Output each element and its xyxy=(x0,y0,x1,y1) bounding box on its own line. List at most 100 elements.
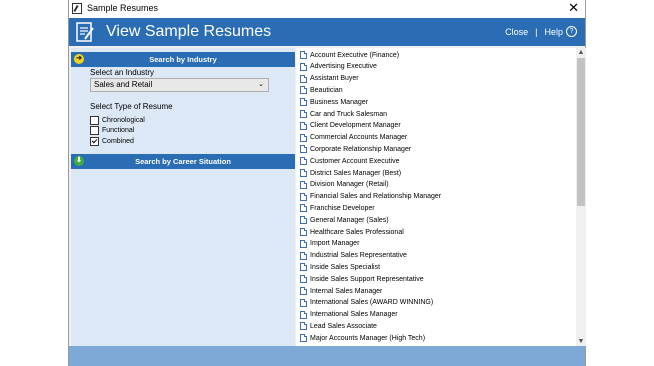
document-icon xyxy=(300,110,307,118)
industry-label: Select an Industry xyxy=(90,68,155,77)
page-title: View Sample Resumes xyxy=(106,23,272,40)
document-icon xyxy=(300,239,307,248)
scroll-up-icon[interactable]: ▲ xyxy=(576,48,586,57)
search-by-industry-header[interactable]: ➜ Search by Industry xyxy=(71,52,295,67)
resume-list-item-label: Lead Sales Associate xyxy=(310,322,377,330)
functional-checkbox[interactable] xyxy=(90,126,99,135)
resume-list-item[interactable]: Car and Truck Salesman xyxy=(300,110,387,118)
resume-list-item[interactable]: International Sales Manager xyxy=(300,310,398,319)
resume-list-item[interactable]: Division Manager (Retail) xyxy=(300,180,389,189)
resume-list-item[interactable]: Major Accounts Manager (High Tech) xyxy=(300,334,425,343)
document-icon xyxy=(300,86,307,95)
industry-selected-value: Sales and Retail xyxy=(94,80,153,89)
document-icon xyxy=(300,275,307,284)
resume-list-item-label: Advertising Executive xyxy=(310,63,377,71)
resume-list-item-label: Import Manager xyxy=(310,240,360,248)
resume-list-item-label: Inside Sales Support Representative xyxy=(310,275,424,283)
app-icon xyxy=(72,3,82,14)
resume-list-item-label: Beautician xyxy=(310,86,343,94)
document-icon xyxy=(300,98,307,107)
resume-list-item[interactable]: General Manager (Sales) xyxy=(300,216,389,225)
document-icon xyxy=(300,287,307,295)
resume-list-item[interactable]: Financial Sales and Relationship Manager xyxy=(300,192,442,201)
resume-list-item-label: International Sales (AWARD WINNING) xyxy=(310,299,434,307)
resume-list-item[interactable]: District Sales Manager (Best) xyxy=(300,169,401,177)
resume-list-item-label: Assistant Buyer xyxy=(310,75,359,83)
resume-list-item-label: Industrial Sales Representative xyxy=(310,252,407,260)
document-icon xyxy=(300,216,307,225)
resume-list-item[interactable]: International Sales (AWARD WINNING) xyxy=(300,298,434,307)
resume-list-item[interactable]: Client Development Manager xyxy=(300,121,401,130)
document-icon xyxy=(300,74,307,83)
resume-list-item-label: General Manager (Sales) xyxy=(310,216,389,224)
chronological-checkbox[interactable] xyxy=(90,116,99,125)
resume-list-item[interactable]: Healthcare Sales Professional xyxy=(300,228,404,236)
window-close-icon[interactable]: ✕ xyxy=(568,1,579,15)
document-icon xyxy=(300,322,307,331)
title-bar: Sample Resumes ✕ xyxy=(69,0,585,18)
resume-list-item[interactable]: Account Executive (Finance) xyxy=(300,51,399,59)
resume-list-item[interactable]: Customer Account Executive xyxy=(300,157,400,166)
combined-checkbox-row[interactable]: Combined xyxy=(90,137,134,146)
resume-list-item[interactable]: Advertising Executive xyxy=(300,62,377,71)
link-separator: | xyxy=(535,26,538,37)
close-link[interactable]: Close xyxy=(505,27,528,37)
resume-list-scrollbar[interactable]: ▲ ▼ xyxy=(576,48,586,346)
resume-list-item[interactable]: Assistant Buyer xyxy=(300,74,359,83)
resume-list-item-label: District Sales Manager (Best) xyxy=(310,169,402,177)
resume-list-item[interactable]: Beautician xyxy=(300,86,343,95)
resume-list-item-label: Business Manager xyxy=(310,98,368,106)
resume-list-item-label: Account Executive (Finance) xyxy=(310,51,400,59)
search-by-industry-label: Search by Industry xyxy=(149,55,217,64)
document-icon xyxy=(300,169,307,177)
header-bar: View Sample Resumes Close | Help ? xyxy=(69,18,585,46)
document-edit-icon xyxy=(76,22,94,42)
resume-list-item[interactable]: Inside Sales Support Representative xyxy=(300,275,424,284)
resume-list-item[interactable]: Industrial Sales Representative xyxy=(300,251,407,260)
document-icon xyxy=(300,310,307,319)
arrow-down-icon: ⬇ xyxy=(74,156,84,166)
window-title: Sample Resumes xyxy=(87,3,159,13)
document-icon xyxy=(300,192,307,201)
combined-checkbox[interactable] xyxy=(90,137,99,146)
resume-list-item[interactable]: Franchise Developer xyxy=(300,204,375,213)
resume-list-item-label: Financial Sales and Relationship Manager xyxy=(310,193,442,201)
functional-checkbox-row[interactable]: Functional xyxy=(90,126,134,135)
resume-list-item-label: Healthcare Sales Professional xyxy=(310,228,404,236)
document-icon xyxy=(300,145,307,154)
scroll-down-icon[interactable]: ▼ xyxy=(576,337,586,346)
resume-list-item[interactable]: Inside Sales Specialist xyxy=(300,263,380,272)
document-icon xyxy=(300,51,307,59)
resume-list-item-label: Franchise Developer xyxy=(310,204,375,212)
document-icon xyxy=(300,263,307,272)
scroll-thumb[interactable] xyxy=(577,58,585,206)
resume-list-item[interactable]: Lead Sales Associate xyxy=(300,322,377,331)
document-icon xyxy=(300,157,307,166)
resume-list-item-label: Customer Account Executive xyxy=(310,157,400,165)
resume-list-item-label: Internal Sales Manager xyxy=(310,287,383,295)
search-by-career-header[interactable]: ⬇ Search by Career Situation xyxy=(71,154,295,169)
resume-list-item[interactable]: Commercial Accounts Manager xyxy=(300,133,407,142)
functional-label: Functional xyxy=(102,127,135,134)
search-panel: ➜ Search by Industry Select an Industry … xyxy=(71,48,295,346)
resume-list-item[interactable]: Business Manager xyxy=(300,98,368,107)
industry-select[interactable]: Sales and Retail ⌄ xyxy=(90,78,269,92)
help-link[interactable]: Help xyxy=(544,27,563,37)
resume-list-item-label: Car and Truck Salesman xyxy=(310,110,388,118)
document-icon xyxy=(300,180,307,189)
document-icon xyxy=(300,228,307,236)
search-by-career-label: Search by Career Situation xyxy=(135,157,231,166)
document-icon xyxy=(300,62,307,71)
header-links: Close | Help ? xyxy=(505,26,577,37)
resume-list-item[interactable]: Internal Sales Manager xyxy=(300,287,382,295)
document-icon xyxy=(300,251,307,260)
chronological-label: Chronological xyxy=(102,117,145,124)
resume-list-item[interactable]: Import Manager xyxy=(300,239,360,248)
document-icon xyxy=(300,204,307,213)
help-icon[interactable]: ? xyxy=(566,26,577,37)
resume-list-item[interactable]: Corporate Relationship Manager xyxy=(300,145,411,154)
resume-type-label: Select Type of Resume xyxy=(90,102,173,111)
document-icon xyxy=(300,334,307,343)
chronological-checkbox-row[interactable]: Chronological xyxy=(90,116,145,125)
resume-list-item-label: International Sales Manager xyxy=(310,311,398,319)
